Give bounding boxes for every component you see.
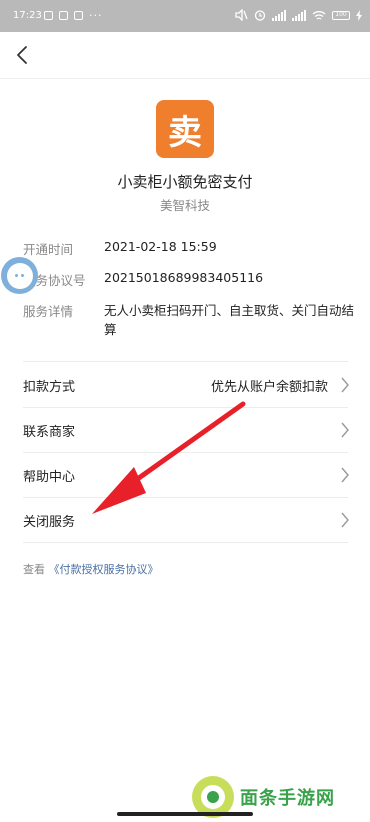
home-indicator[interactable] [117,812,253,816]
contact-merchant-label: 联系商家 [23,425,76,440]
help-center-label: 帮助中心 [23,470,76,485]
chevron-right-icon [341,422,349,438]
deduction-method-row[interactable]: 扣款方式 优先从账户余额扣款 [23,363,350,407]
alarm-icon [254,10,266,21]
chevron-right-icon [341,512,349,528]
row-divider [23,542,348,543]
merchant-name: 美智科技 [159,198,210,213]
notification-app-icon [44,11,53,20]
battery-icon: 100 [332,10,350,20]
close-service-row[interactable]: 关闭服务 [23,498,350,542]
notification-message-icon [59,11,68,20]
mute-icon [235,9,248,21]
payment-agreement-link[interactable]: 《付款授权服务协议》 [49,563,159,576]
merchant-logo-glyph: 卖 [168,112,202,153]
floating-assistant-bubble[interactable] [1,257,38,294]
status-time: 17:23 [13,10,42,21]
footer-prefix: 查看 [23,563,45,576]
open-time-label: 开通时间 [23,242,74,257]
close-service-label: 关闭服务 [23,515,76,530]
chevron-right-icon [341,467,349,483]
charging-icon [356,9,362,21]
section-divider [23,361,348,362]
signal-icon-2 [292,9,306,21]
status-system-icons: 100 [234,9,362,21]
notification-mail-icon [74,11,83,20]
more-notifications-icon: ··· [89,9,103,22]
chevron-right-icon [341,377,349,393]
agreement-number-value: 20215018689983405116 [104,270,264,285]
watermark-text: 面条手游网 [240,788,335,809]
help-center-row[interactable]: 帮助中心 [23,453,350,497]
merchant-logo: 卖 [156,100,214,158]
status-bar: 17:23 ··· 100 [0,0,370,32]
nav-bar [0,32,370,79]
wifi-icon [312,10,326,20]
assistant-face-icon [6,262,33,289]
open-time-value: 2021-02-18 15:59 [104,239,217,254]
service-title: 小卖柜小额免密支付 [117,173,253,191]
service-details-value: 无人小卖柜扫码开门、自主取货、关门自动结算 [104,303,355,337]
service-details-label: 服务详情 [23,304,74,319]
deduction-method-label: 扣款方式 [23,380,76,395]
footer-note: 查看 《付款授权服务协议》 [23,561,159,577]
contact-merchant-row[interactable]: 联系商家 [23,408,350,452]
back-arrow-icon[interactable] [10,42,36,68]
deduction-method-value: 优先从账户余额扣款 [210,380,328,395]
signal-icon-1 [272,9,286,21]
status-notification-icons: ··· [44,9,103,22]
